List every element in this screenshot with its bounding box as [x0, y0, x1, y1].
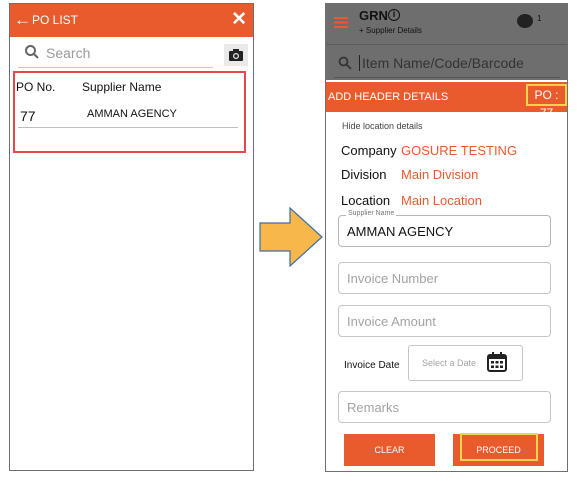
clear-button[interactable]: CLEAR [344, 434, 435, 466]
location-value: Main Location [401, 193, 482, 208]
text-cursor [359, 55, 360, 71]
search-underline [334, 77, 560, 78]
division-label: Division [341, 167, 387, 182]
camera-count-badge: 1 [537, 14, 542, 23]
column-header-supplier-name: Supplier Name [82, 80, 162, 94]
po-list-header: ← PO LIST ✕ [10, 4, 253, 37]
calendar-icon[interactable] [486, 351, 508, 373]
supplier-name-cell[interactable]: AMMAN AGENCY [87, 108, 177, 120]
po-badge: PO : 77 [526, 84, 567, 120]
search-input[interactable]: Search [46, 45, 90, 61]
date-placeholder: Select a Date [422, 358, 477, 368]
item-search-input[interactable]: Item Name/Code/Barcode [362, 55, 524, 71]
search-underline [18, 67, 213, 68]
invoice-amount-placeholder: Invoice Amount [347, 314, 436, 329]
close-icon[interactable]: ✕ [231, 9, 247, 31]
info-icon[interactable]: i [388, 9, 400, 21]
invoice-date-label: Invoice Date [344, 360, 400, 371]
remarks-placeholder: Remarks [347, 400, 400, 415]
company-value: GOSURE TESTING [401, 143, 518, 158]
company-label: Company [341, 143, 397, 158]
remarks-field[interactable]: Remarks [338, 391, 551, 423]
grn-screen: GRN i + Supplier Details 1 Item Name/Cod… [325, 3, 568, 472]
back-arrow-icon[interactable]: ← [14, 10, 31, 30]
po-number-cell[interactable]: 77 [20, 108, 36, 124]
camera-button[interactable] [224, 44, 248, 66]
page-title: PO LIST [32, 13, 79, 27]
hide-location-link[interactable]: Hide location details [342, 121, 423, 131]
supplier-name-value[interactable]: AMMAN AGENCY [347, 224, 453, 239]
app-subtitle: + Supplier Details [359, 26, 422, 35]
location-label: Location [341, 193, 391, 208]
camera-icon [229, 49, 243, 61]
invoice-date-picker[interactable]: Select a Date [408, 345, 523, 381]
invoice-amount-field[interactable]: Invoice Amount [338, 305, 551, 337]
invoice-number-field[interactable]: Invoice Number [338, 262, 551, 294]
flow-arrow-icon [259, 207, 323, 267]
search-icon [25, 45, 39, 59]
row-divider [18, 127, 238, 128]
app-title: GRN [359, 8, 388, 23]
invoice-number-placeholder: Invoice Number [347, 271, 439, 286]
section-title: ADD HEADER DETAILS [328, 91, 449, 103]
supplier-name-field[interactable]: Supplier Name AMMAN AGENCY [338, 210, 551, 247]
supplier-name-label: Supplier Name [346, 210, 397, 217]
search-icon [338, 56, 352, 70]
po-list-screen: ← PO LIST ✕ Search PO No. Supplier Name … [9, 3, 254, 471]
division-value: Main Division [401, 167, 479, 182]
hamburger-menu-icon[interactable] [334, 17, 348, 28]
column-header-po-no: PO No. [16, 80, 56, 94]
proceed-highlight [460, 433, 538, 461]
camera-icon[interactable] [517, 14, 533, 28]
